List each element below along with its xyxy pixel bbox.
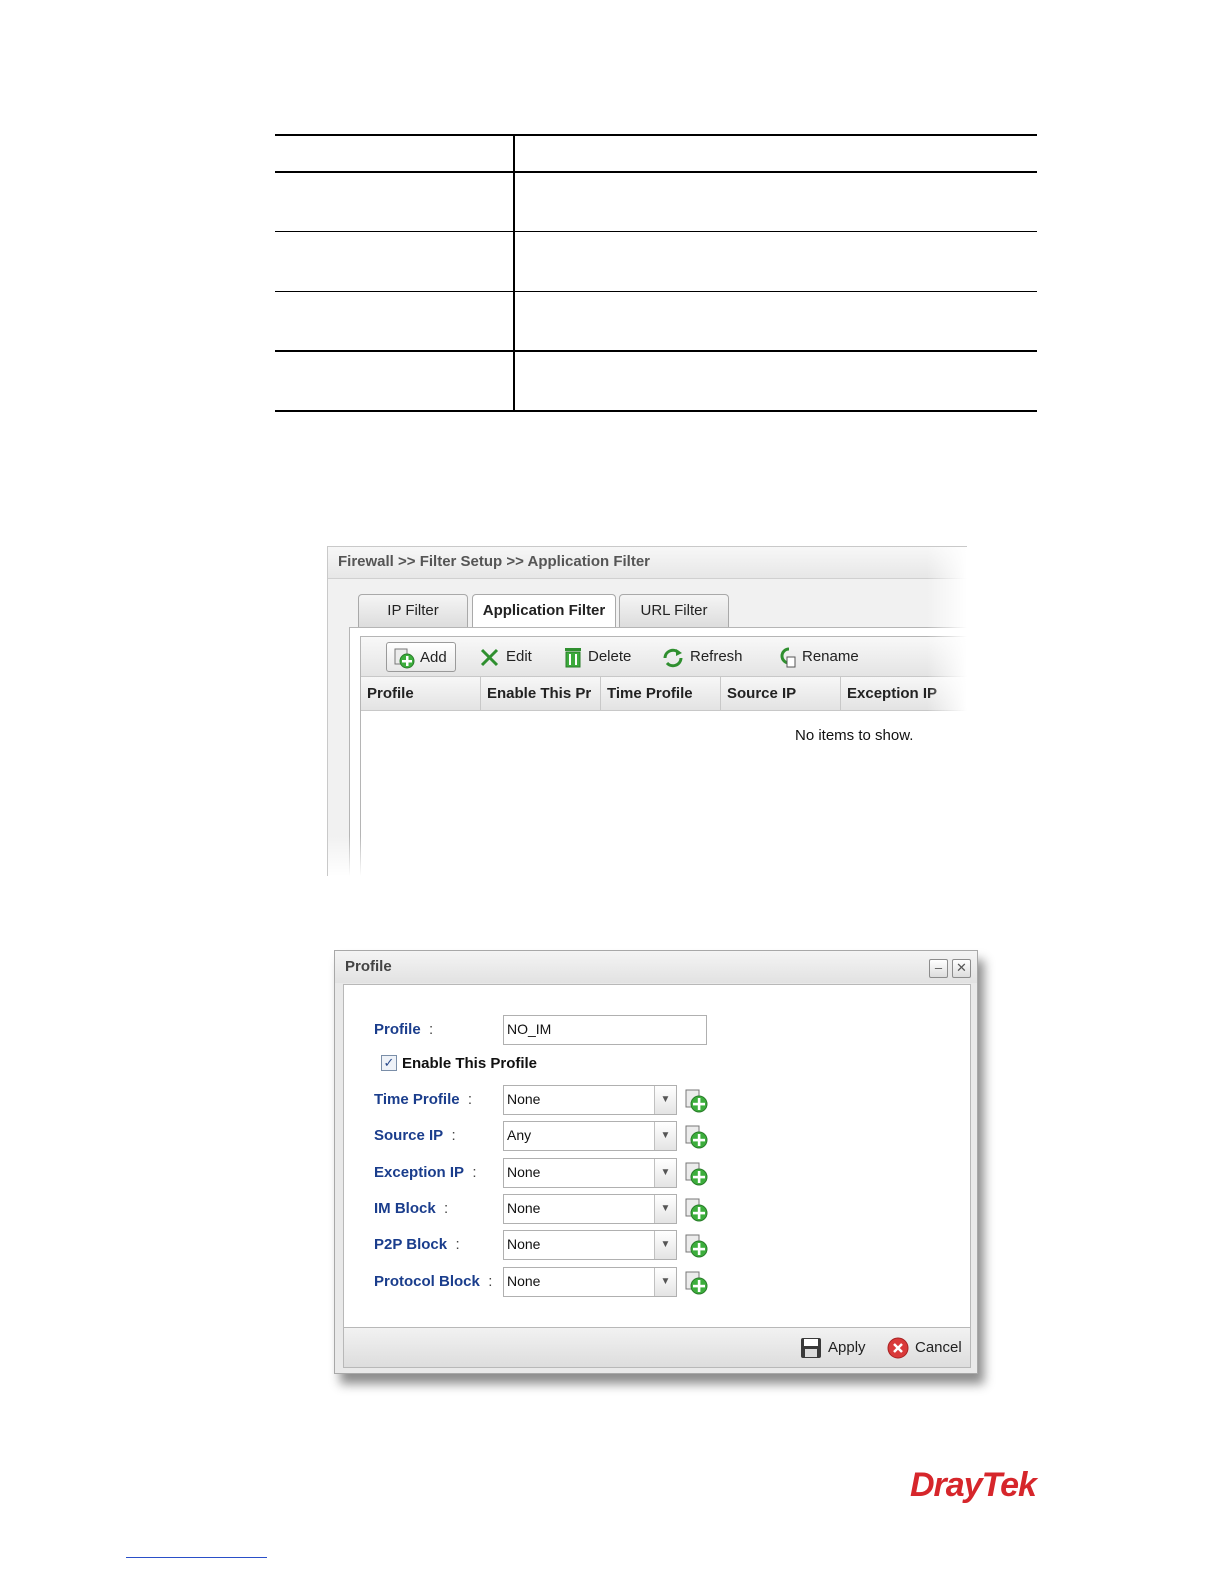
exception-ip-label: Exception IP :	[374, 1164, 477, 1181]
table-rule	[275, 410, 1037, 412]
enable-profile-label: Enable This Profile	[402, 1055, 538, 1072]
dialog-title: Profile	[335, 951, 977, 983]
refresh-icon	[663, 648, 683, 668]
trash-icon	[565, 648, 581, 668]
chevron-down-icon[interactable]: ▼	[654, 1122, 676, 1150]
table-rule	[275, 231, 1037, 232]
column-header-row: Profile Enable This Pr Time Profile Sour…	[361, 677, 967, 711]
rename-icon	[780, 647, 796, 668]
delete-button[interactable]: Delete	[563, 642, 631, 672]
add-button[interactable]: Add	[386, 642, 456, 672]
profile-dialog: Profile – ✕ Profile : NO_IM ✓ Enable Thi…	[334, 950, 978, 1374]
chevron-down-icon[interactable]: ▼	[654, 1195, 676, 1223]
rename-button[interactable]: Rename	[775, 642, 859, 672]
cancel-icon	[887, 1337, 909, 1359]
description-table	[275, 134, 1037, 412]
breadcrumb: Firewall >> Filter Setup >> Application …	[328, 547, 967, 579]
close-icon: ✕	[956, 960, 967, 975]
add-source-ip-icon[interactable]	[684, 1124, 710, 1150]
im-block-label: IM Block :	[374, 1200, 449, 1217]
check-icon: ✓	[383, 1055, 395, 1070]
dialog-body: Profile : NO_IM ✓ Enable This Profile Ti…	[343, 984, 971, 1328]
add-p2p-block-icon[interactable]	[684, 1233, 710, 1259]
source-ip-select[interactable]: Any ▼	[503, 1121, 677, 1151]
refresh-button[interactable]: Refresh	[661, 642, 743, 672]
application-filter-panel: Firewall >> Filter Setup >> Application …	[327, 546, 967, 876]
footer-rule	[126, 1557, 267, 1558]
edit-icon	[480, 648, 499, 667]
profile-name-input[interactable]: NO_IM	[503, 1015, 707, 1045]
table-rule	[275, 291, 1037, 292]
save-icon	[801, 1338, 821, 1359]
profile-label: Profile :	[374, 1021, 434, 1038]
tab-application-filter[interactable]: Application Filter	[472, 594, 616, 630]
cancel-button[interactable]: Cancel	[887, 1335, 962, 1361]
table-column-divider	[513, 134, 515, 412]
toolbar: Add Edit Delete Refresh Rename	[361, 637, 967, 677]
table-rule	[275, 350, 1037, 352]
time-profile-label: Time Profile :	[374, 1091, 473, 1108]
source-ip-label: Source IP :	[374, 1127, 456, 1144]
add-im-block-icon[interactable]	[684, 1197, 710, 1223]
close-button[interactable]: ✕	[952, 959, 971, 978]
apply-button[interactable]: Apply	[800, 1335, 866, 1361]
empty-message: No items to show.	[795, 727, 914, 744]
exception-ip-select[interactable]: None ▼	[503, 1158, 677, 1188]
column-time-profile[interactable]: Time Profile	[601, 677, 721, 711]
chevron-down-icon[interactable]: ▼	[654, 1086, 676, 1114]
minimize-icon: –	[934, 960, 943, 975]
column-enable[interactable]: Enable This Pr	[481, 677, 601, 711]
minimize-button[interactable]: –	[929, 959, 948, 978]
dialog-footer: Apply Cancel	[343, 1328, 971, 1368]
column-source-ip[interactable]: Source IP	[721, 677, 841, 711]
fade-overlay	[927, 547, 967, 876]
column-profile[interactable]: Profile	[361, 677, 481, 711]
draytek-logo: DrayTek	[910, 1466, 1037, 1504]
chevron-down-icon[interactable]: ▼	[654, 1159, 676, 1187]
protocol-block-select[interactable]: None ▼	[503, 1267, 677, 1297]
edit-button[interactable]: Edit	[479, 642, 532, 672]
add-time-profile-icon[interactable]	[684, 1088, 710, 1114]
p2p-block-label: P2P Block :	[374, 1236, 460, 1253]
protocol-block-label: Protocol Block :	[374, 1273, 493, 1290]
tab-url-filter[interactable]: URL Filter	[619, 594, 729, 628]
time-profile-select[interactable]: None ▼	[503, 1085, 677, 1115]
add-icon	[394, 648, 415, 669]
enable-profile-checkbox[interactable]: ✓	[381, 1055, 397, 1071]
fade-overlay	[328, 836, 967, 876]
add-protocol-block-icon[interactable]	[684, 1270, 710, 1296]
chevron-down-icon[interactable]: ▼	[654, 1268, 676, 1296]
add-exception-ip-icon[interactable]	[684, 1161, 710, 1187]
p2p-block-select[interactable]: None ▼	[503, 1230, 677, 1260]
table-rule	[275, 134, 1037, 136]
chevron-down-icon[interactable]: ▼	[654, 1231, 676, 1259]
im-block-select[interactable]: None ▼	[503, 1194, 677, 1224]
table-rule	[275, 171, 1037, 173]
tab-ip-filter[interactable]: IP Filter	[358, 594, 468, 628]
